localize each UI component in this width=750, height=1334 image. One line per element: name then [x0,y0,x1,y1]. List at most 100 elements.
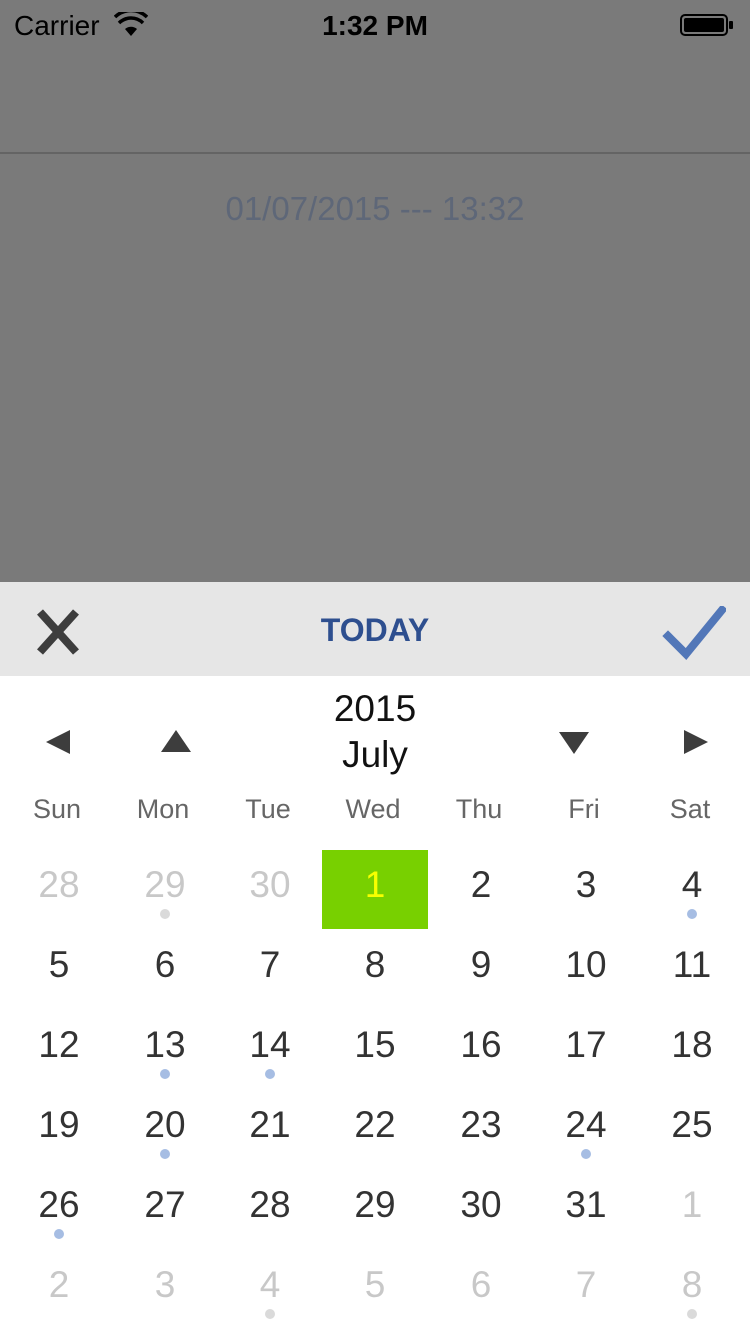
calendar-day[interactable]: 7 [533,1250,639,1329]
calendar-day[interactable]: 14 [217,1010,323,1089]
weekday-label: Fri [568,794,600,824]
calendar-grid: 28 29 30 1 2 3 4 5 6 7 8 9 10 11 12 13 14 15 16 17 18 19 20 21 2… [0,850,750,1330]
calendar-day[interactable]: 3 [112,1250,218,1329]
calendar-day[interactable]: 31 [533,1170,639,1249]
calendar-day[interactable]: 28 [217,1170,323,1249]
calendar-day[interactable]: 9 [428,930,534,1009]
selected-datetime-label: 01/07/2015 --- 13:32 [225,190,525,227]
calendar-day-number: 29 [144,864,186,905]
calendar-day[interactable]: 13 [112,1010,218,1089]
calendar-day-number: 30 [460,1184,502,1225]
calendar-day-number: 15 [354,1024,396,1065]
calendar-day-number: 11 [672,944,712,985]
calendar-day[interactable]: 2 [6,1250,112,1329]
calendar-day-number: 4 [259,1264,281,1305]
calendar-day-number: 3 [575,864,597,905]
calendar-day-number: 2 [48,1264,70,1305]
calendar-day-number: 6 [470,1264,492,1305]
calendar-day-number: 24 [565,1104,607,1145]
calendar-day-number: 5 [364,1264,386,1305]
status-bar: Carrier 1:32 PM [0,0,750,50]
weekday-label: Tue [245,794,291,824]
calendar-day-number: 8 [364,944,386,985]
calendar-day[interactable]: 30 [217,850,323,929]
next-year-icon[interactable] [554,722,594,762]
calendar-day-selected[interactable]: 1 [322,850,428,929]
calendar-day-number: 16 [460,1024,502,1065]
calendar-day[interactable]: 18 [639,1010,745,1089]
calendar-day-number: 26 [38,1184,80,1225]
event-indicator-dot [581,1149,591,1159]
status-time: 1:32 PM [322,10,428,41]
calendar-day[interactable]: 15 [322,1010,428,1089]
calendar-day[interactable]: 8 [639,1250,745,1329]
calendar-day[interactable]: 23 [428,1090,534,1169]
calendar-day[interactable]: 29 [112,850,218,929]
calendar-day[interactable]: 4 [217,1250,323,1329]
calendar-day[interactable]: 6 [428,1250,534,1329]
calendar-day[interactable]: 20 [112,1090,218,1169]
calendar-day-number: 12 [38,1024,80,1065]
calendar-day-number: 4 [681,864,703,905]
calendar-day[interactable]: 3 [533,850,639,929]
calendar-day-number: 28 [249,1184,291,1225]
checkmark-icon[interactable] [662,606,726,660]
calendar-day[interactable]: 8 [322,930,428,1009]
picker-year: 2015 [333,688,417,729]
event-indicator-dot [54,1229,64,1239]
event-indicator-dot [265,1069,275,1079]
calendar-day[interactable]: 12 [6,1010,112,1089]
calendar-day[interactable]: 5 [6,930,112,1009]
calendar-day-number: 20 [144,1104,186,1145]
weekday-header: Sun Mon Tue Wed Thu Fri Sat [0,794,750,834]
calendar-day-number: 9 [470,944,492,985]
calendar-day[interactable]: 26 [6,1170,112,1249]
calendar-day[interactable]: 6 [112,930,218,1009]
calendar-day-number: 14 [249,1024,291,1065]
calendar-day-number: 17 [565,1024,607,1065]
calendar-day[interactable]: 28 [6,850,112,929]
calendar-day-number: 1 [681,1184,703,1225]
calendar-day-number: 28 [38,864,80,905]
calendar-day-number: 3 [154,1264,176,1305]
calendar-day[interactable]: 17 [533,1010,639,1089]
event-indicator-dot [687,1309,697,1319]
calendar-day[interactable]: 19 [6,1090,112,1169]
calendar-day-number: 31 [565,1184,607,1225]
calendar-day[interactable]: 2 [428,850,534,929]
calendar-day[interactable]: 5 [322,1250,428,1329]
calendar-day-number: 23 [460,1104,502,1145]
calendar-day-number: 18 [671,1024,713,1065]
calendar-day[interactable]: 29 [322,1170,428,1249]
calendar-day[interactable]: 1 [639,1170,745,1249]
calendar-day[interactable]: 11 [639,930,745,1009]
calendar-day[interactable]: 10 [533,930,639,1009]
picker-toolbar: TODAY [0,582,750,676]
today-button[interactable]: TODAY [0,612,750,649]
calendar-day[interactable]: 22 [322,1090,428,1169]
weekday-label: Thu [455,794,503,824]
calendar-day-number: 1 [364,864,386,905]
calendar-day[interactable]: 4 [639,850,745,929]
calendar-day-number: 22 [354,1104,396,1145]
weekday-label: Wed [345,794,401,824]
calendar-day-number: 19 [38,1104,80,1145]
next-month-icon[interactable] [674,722,714,762]
calendar-day[interactable]: 27 [112,1170,218,1249]
calendar-day-number: 25 [671,1104,713,1145]
calendar-day[interactable]: 21 [217,1090,323,1169]
weekday-label: Sat [669,794,711,824]
navigation-bar [0,50,750,154]
weekday-label: Mon [136,794,190,824]
event-indicator-dot [160,1149,170,1159]
event-indicator-dot [265,1309,275,1319]
calendar-day[interactable]: 30 [428,1170,534,1249]
calendar-day[interactable]: 7 [217,930,323,1009]
calendar-day[interactable]: 25 [639,1090,745,1169]
calendar-day-number: 7 [259,944,281,985]
event-indicator-dot [687,909,697,919]
calendar-day[interactable]: 24 [533,1090,639,1169]
event-indicator-dot [160,1069,170,1079]
calendar-day-number: 29 [354,1184,396,1225]
calendar-day[interactable]: 16 [428,1010,534,1089]
